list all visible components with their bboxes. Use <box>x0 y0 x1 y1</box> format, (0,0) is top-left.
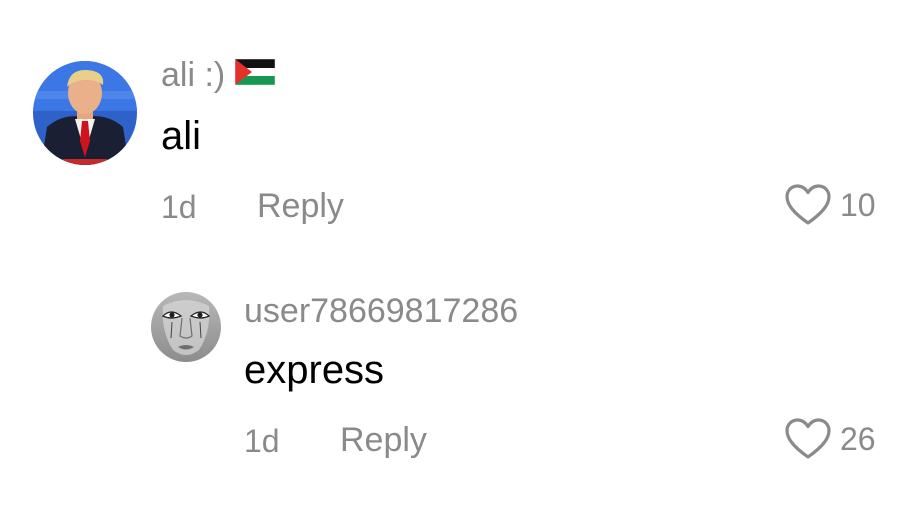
avatar[interactable] <box>151 292 221 362</box>
avatar-image <box>151 292 221 362</box>
reply-button[interactable]: Reply <box>340 423 427 457</box>
heart-icon <box>785 418 831 459</box>
like-count: 10 <box>840 187 876 223</box>
comment-username[interactable]: user78669817286 <box>244 294 518 328</box>
reply-button[interactable]: Reply <box>257 189 344 223</box>
comment-item: ali :) ali 1d Reply 10 <box>0 0 900 250</box>
avatar-image <box>33 61 137 165</box>
comment-username[interactable]: ali :) <box>161 56 276 94</box>
comment-timestamp: 1d <box>161 189 197 225</box>
heart-icon <box>785 184 831 225</box>
like-button[interactable]: 10 <box>784 183 876 227</box>
like-count: 26 <box>840 421 876 457</box>
reply-comment-item: user78669817286 express 1d Reply 26 <box>0 250 900 509</box>
comment-timestamp: 1d <box>244 423 280 459</box>
like-button[interactable]: 26 <box>784 417 876 461</box>
palestine-flag-icon <box>234 57 276 91</box>
avatar[interactable] <box>33 61 137 165</box>
username-text: ali :) <box>161 56 226 94</box>
comment-text: express <box>244 348 385 392</box>
comment-text: ali <box>161 114 202 158</box>
